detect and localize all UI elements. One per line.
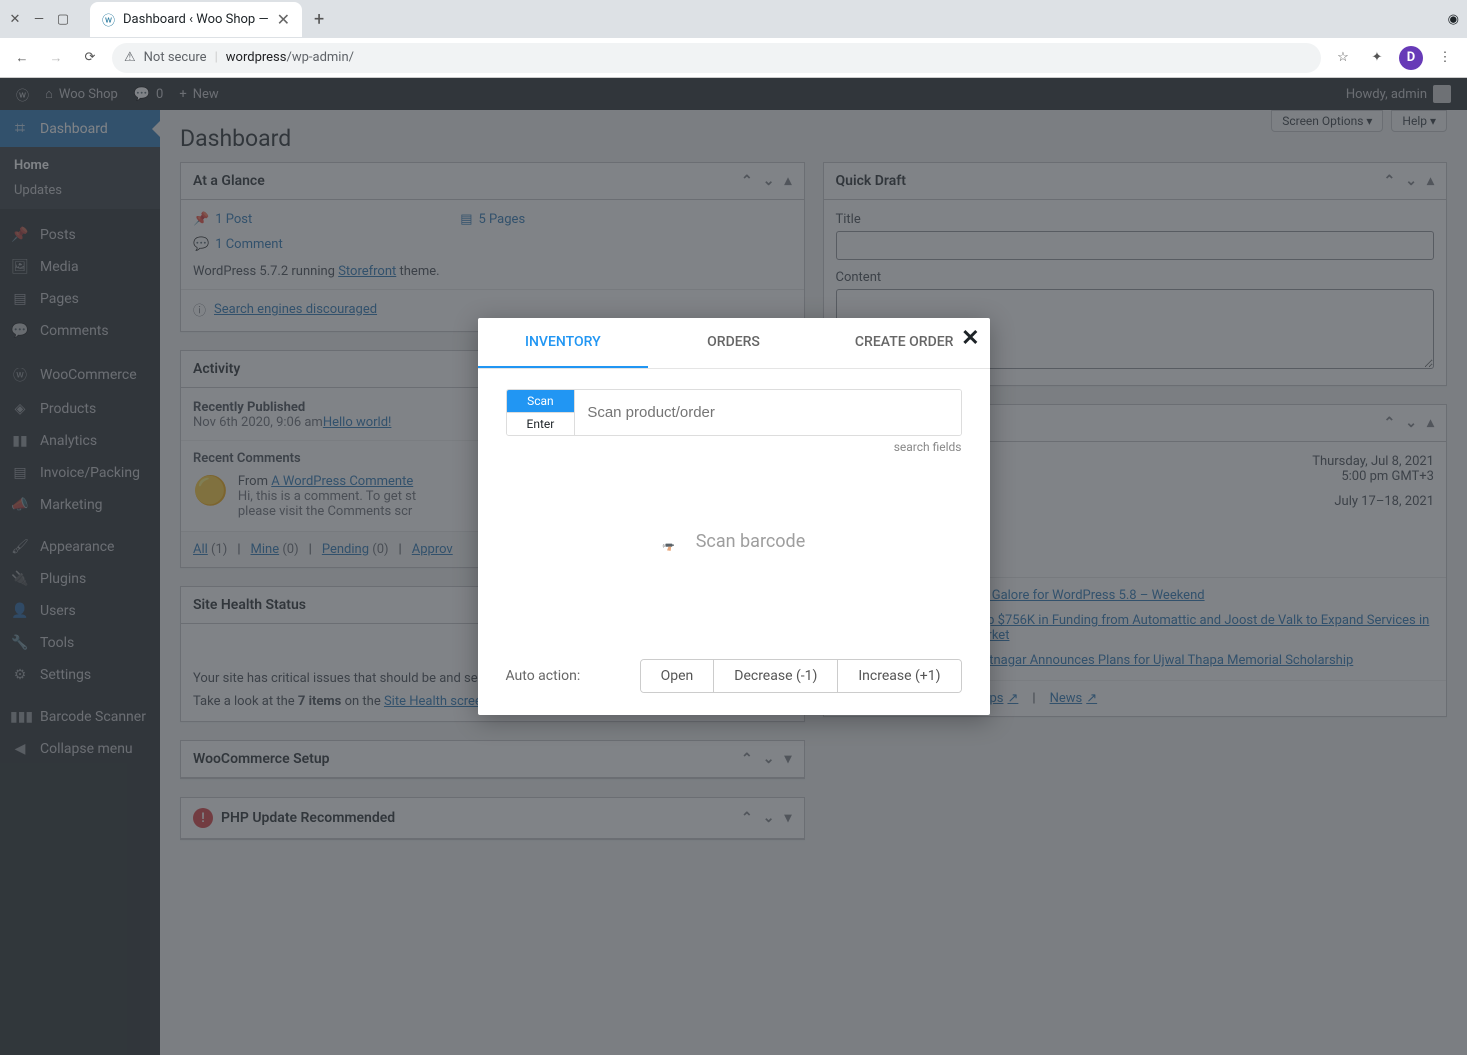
profile-avatar[interactable]: D xyxy=(1399,46,1423,70)
wordpress-favicon-icon: ⓦ xyxy=(102,10,115,29)
account-icon[interactable]: ◉ xyxy=(1448,12,1459,27)
forward-button[interactable]: → xyxy=(44,46,68,70)
modal-close-button[interactable]: ✕ xyxy=(961,326,979,351)
new-tab-button[interactable]: + xyxy=(314,9,324,30)
action-increase-button[interactable]: Increase (+1) xyxy=(837,660,960,692)
window-close-icon[interactable]: ✕ xyxy=(8,12,22,26)
action-decrease-button[interactable]: Decrease (-1) xyxy=(713,660,837,692)
reload-button[interactable]: ⟳ xyxy=(78,46,102,70)
modal-overlay: ✕ INVENTORY ORDERS CREATE ORDER Scan Ent… xyxy=(0,78,1467,1055)
not-secure-icon: ⚠ xyxy=(124,50,136,65)
address-bar[interactable]: ⚠ Not secure | wordpress/wp-admin/ xyxy=(112,43,1321,73)
tab-close-icon[interactable]: ✕ xyxy=(277,10,290,29)
tab-inventory[interactable]: INVENTORY xyxy=(478,318,649,368)
back-button[interactable]: ← xyxy=(10,46,34,70)
search-fields-link[interactable]: search fields xyxy=(506,440,962,454)
menu-icon[interactable]: ⋮ xyxy=(1433,46,1457,70)
barcode-scanner-modal: ✕ INVENTORY ORDERS CREATE ORDER Scan Ent… xyxy=(478,318,990,715)
window-minimize-icon[interactable]: — xyxy=(32,12,46,26)
scan-input[interactable] xyxy=(574,390,960,435)
mode-scan-button[interactable]: Scan xyxy=(507,390,575,412)
url-host: wordpress xyxy=(226,50,287,65)
tab-title: Dashboard ‹ Woo Shop — xyxy=(123,12,269,27)
barcode-scanner-icon xyxy=(662,518,678,565)
window-maximize-icon[interactable]: ▢ xyxy=(56,12,70,26)
action-open-button[interactable]: Open xyxy=(641,660,714,692)
scan-barcode-label: Scan barcode xyxy=(696,531,806,552)
url-path: /wp-admin/ xyxy=(286,50,354,65)
extensions-icon[interactable]: ✦ xyxy=(1365,46,1389,70)
bookmark-icon[interactable]: ☆ xyxy=(1331,46,1355,70)
security-label: Not secure xyxy=(144,50,207,65)
mode-enter-button[interactable]: Enter xyxy=(507,412,575,435)
browser-tab[interactable]: ⓦ Dashboard ‹ Woo Shop — ✕ xyxy=(90,2,302,37)
tab-orders[interactable]: ORDERS xyxy=(648,318,819,368)
